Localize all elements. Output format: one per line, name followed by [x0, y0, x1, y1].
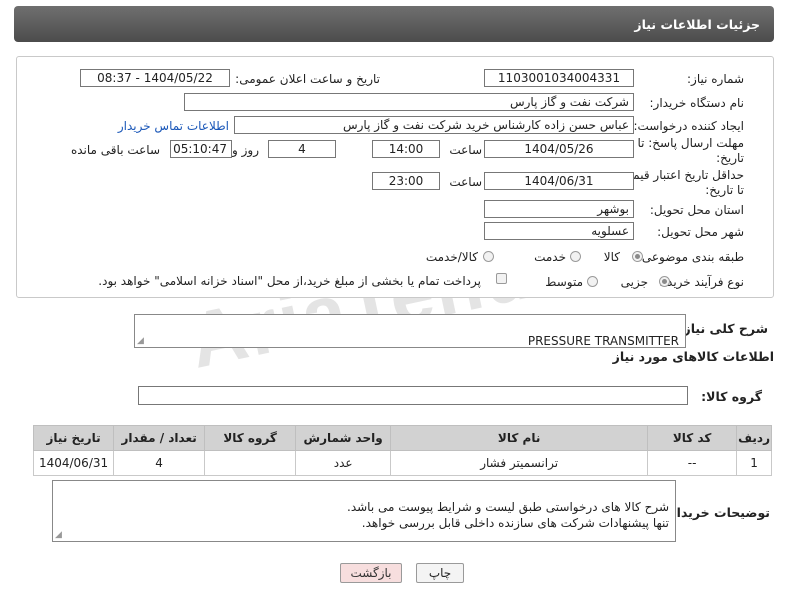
cell-qty: 4 — [113, 450, 206, 476]
buyer-org-label: نام دستگاه خریدار: — [649, 96, 745, 110]
items-table: ردیف کد کالا نام کالا واحد شمارش گروه کا… — [32, 425, 772, 476]
city-label: شهر محل تحویل: — [657, 225, 744, 239]
need-summary-field[interactable]: PRESSURE TRANSMITTER ◢ — [134, 314, 686, 348]
announce-date-label: تاریخ و ساعت اعلان عمومی: — [235, 72, 380, 86]
category-radio-goods[interactable] — [632, 251, 643, 262]
announce-date-field[interactable]: 1404/05/22 - 08:37 — [80, 69, 230, 87]
items-section-title: اطلاعات کالاهای مورد نیاز — [612, 349, 774, 364]
need-summary-label: شرح کلی نیاز: — [678, 321, 768, 336]
col-row: ردیف — [736, 425, 772, 451]
col-qty: تعداد / مقدار — [113, 425, 206, 451]
deadline-label-2: تاریخ: — [716, 151, 744, 165]
table-row[interactable]: 1 -- ترانسمیتر فشار عدد 4 1404/06/31 — [32, 450, 772, 476]
resize-grip-icon[interactable]: ◢ — [137, 337, 144, 346]
page-title: جزئیات اطلاعات نیاز — [634, 17, 760, 32]
province-field[interactable]: بوشهر — [484, 200, 634, 218]
category-option-goods: کالا — [603, 250, 620, 264]
remaining-time-field[interactable]: 05:10:47 — [170, 140, 232, 158]
province-label: استان محل تحویل: — [649, 203, 744, 217]
buyer-notes-text: شرح کالا های درخواستی طبق لیست و شرایط پ… — [347, 500, 669, 530]
cell-group — [204, 450, 297, 476]
cell-name: ترانسمیتر فشار — [390, 450, 649, 476]
col-group: گروه کالا — [204, 425, 297, 451]
deadline-label: مهلت ارسال پاسخ: تا — [637, 136, 744, 150]
process-option-minor: جزیی — [620, 275, 648, 289]
col-code: کد کالا — [647, 425, 738, 451]
category-radio-goods-service[interactable] — [483, 251, 494, 262]
buyer-contact-link[interactable]: اطلاعات تماس خریدار — [118, 119, 229, 133]
col-date: تاریخ نیاز — [32, 425, 115, 451]
need-number-label: شماره نیاز: — [687, 72, 744, 86]
process-radio-minor[interactable] — [659, 276, 670, 287]
back-button[interactable]: بازگشت — [340, 563, 402, 583]
goods-group-field[interactable] — [138, 386, 688, 405]
requester-field[interactable]: عباس حسن زاده کارشناس خرید شرکت نفت و گا… — [234, 116, 634, 134]
buyer-org-field[interactable]: شرکت نفت و گاز پارس — [184, 93, 634, 111]
remaining-time-label: ساعت باقی مانده — [70, 143, 160, 157]
resize-grip-icon[interactable]: ◢ — [55, 531, 62, 540]
cell-code: -- — [647, 450, 738, 476]
price-validity-time-label: ساعت — [449, 175, 482, 189]
need-number-field[interactable]: 1103001034004331 — [484, 69, 634, 87]
days-label: روز و — [232, 143, 259, 157]
process-type-label: نوع فرآیند خرید : — [659, 275, 744, 289]
buyer-notes-label: توضیحات خریدار: — [664, 505, 770, 520]
cell-unit: عدد — [295, 450, 392, 476]
days-remaining-field[interactable]: 4 — [268, 140, 336, 158]
treasury-payment-checkbox[interactable] — [496, 273, 507, 284]
price-validity-date-field[interactable]: 1404/06/31 — [484, 172, 634, 190]
category-label: طبقه بندی موضوعی: — [637, 250, 744, 264]
category-radio-service[interactable] — [570, 251, 581, 262]
price-validity-label-2: تا تاریخ: — [705, 183, 744, 197]
buyer-notes-field[interactable]: شرح کالا های درخواستی طبق لیست و شرایط پ… — [52, 480, 676, 542]
price-validity-time-field[interactable]: 23:00 — [372, 172, 440, 190]
deadline-date-field[interactable]: 1404/05/26 — [484, 140, 634, 158]
process-radio-medium[interactable] — [587, 276, 598, 287]
price-validity-label: حداقل تاریخ اعتبار قیمت: — [617, 168, 744, 182]
category-option-goods-service: کالا/خدمت — [425, 250, 478, 264]
goods-group-label: گروه کالا: — [701, 389, 762, 404]
need-summary-text: PRESSURE TRANSMITTER — [527, 334, 679, 348]
deadline-time-label: ساعت — [449, 143, 482, 157]
print-button[interactable]: چاپ — [416, 563, 464, 583]
deadline-time-field[interactable]: 14:00 — [372, 140, 440, 158]
cell-date: 1404/06/31 — [32, 450, 115, 476]
col-name: نام کالا — [390, 425, 649, 451]
col-unit: واحد شمارش — [295, 425, 392, 451]
page-header: جزئیات اطلاعات نیاز — [14, 6, 774, 42]
treasury-payment-note: پرداخت تمام یا بخشی از مبلغ خرید،از محل … — [98, 274, 481, 288]
process-option-medium: متوسط — [545, 275, 583, 289]
category-option-service: خدمت — [534, 250, 566, 264]
city-field[interactable]: عسلویه — [484, 222, 634, 240]
cell-row: 1 — [736, 450, 772, 476]
requester-label: ایجاد کننده درخواست: — [633, 119, 744, 133]
